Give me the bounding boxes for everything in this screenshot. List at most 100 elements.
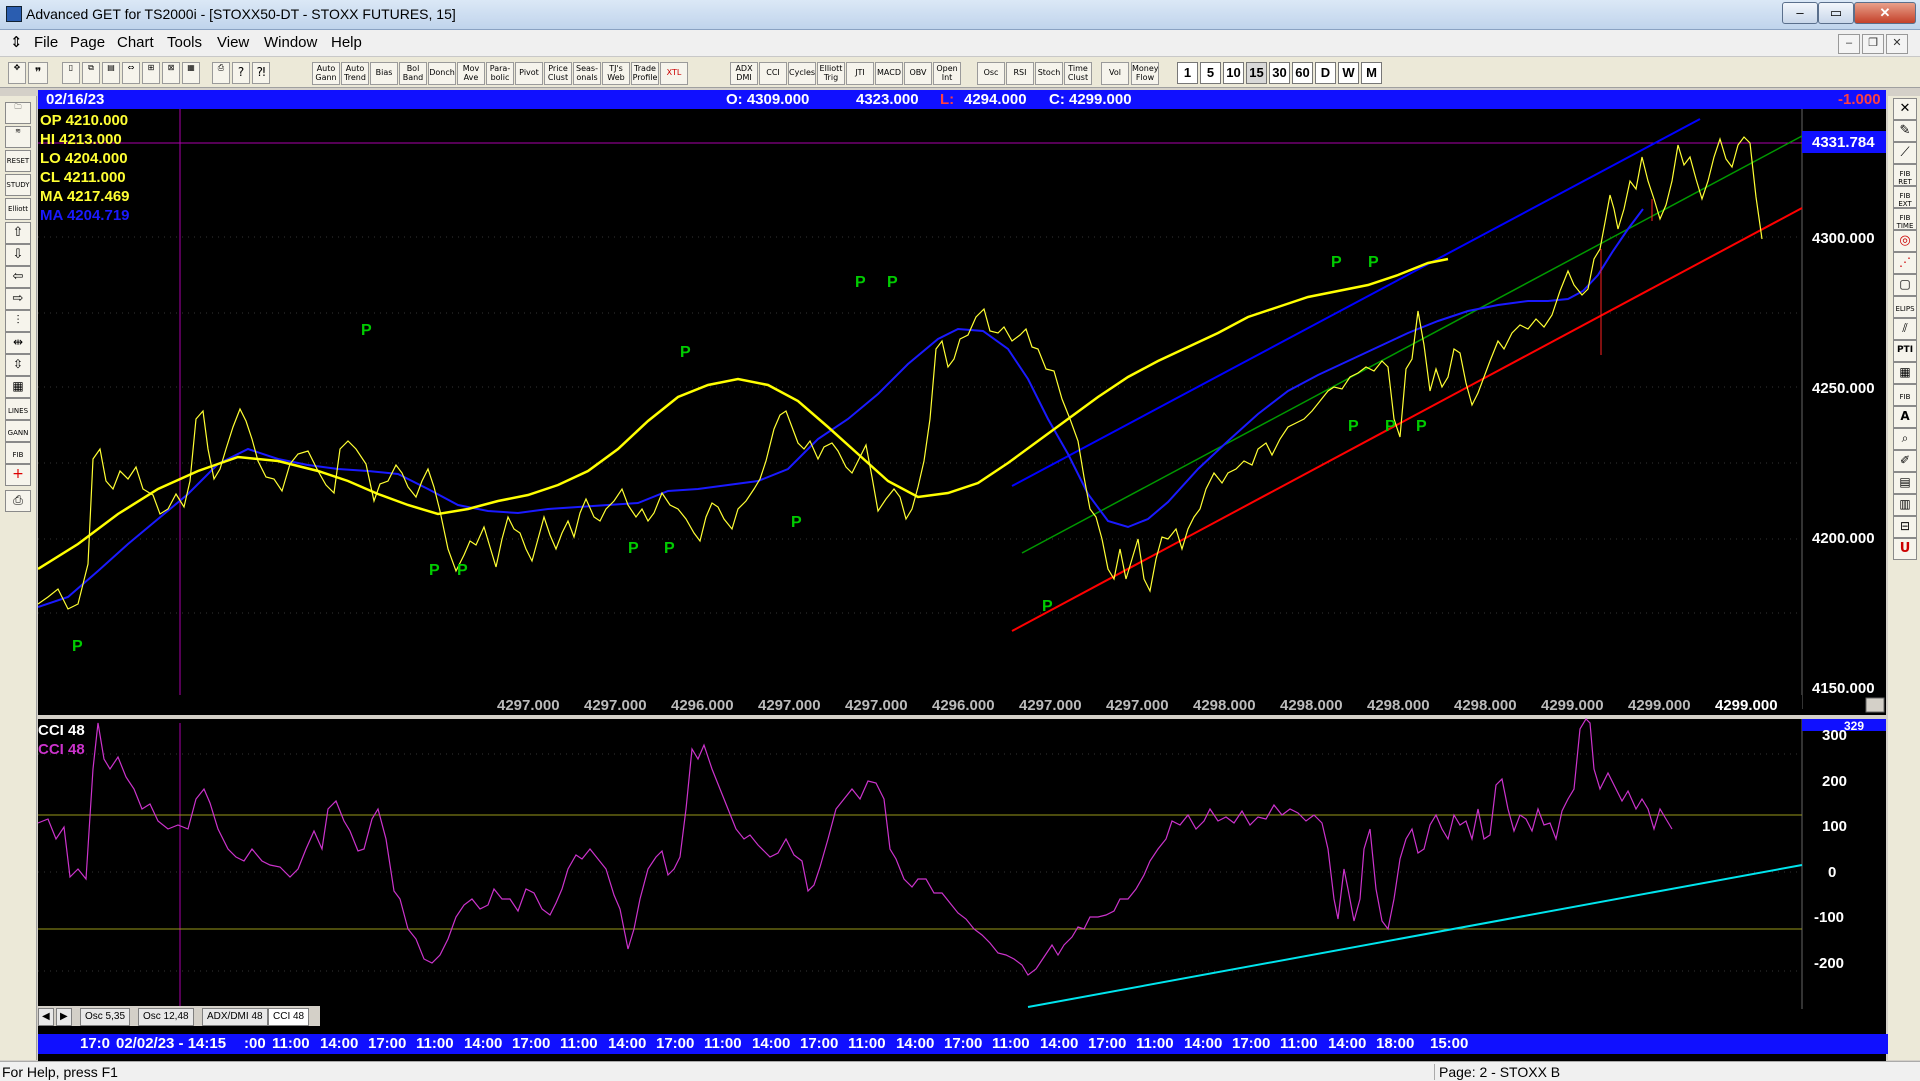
timeframe-30[interactable]: 30 (1269, 62, 1290, 84)
fib-ext-button[interactable]: FIB EXT (1893, 186, 1917, 208)
tool-money-flow[interactable]: Money Flow (1131, 62, 1159, 85)
compress-icon[interactable]: ⇹ (5, 332, 31, 354)
new-page-icon[interactable]: ▯ (62, 62, 80, 84)
panel-divider[interactable] (38, 715, 1886, 719)
pivot-marker[interactable]: P (1368, 254, 1379, 271)
tab-scroll-left[interactable]: ◀ (38, 1008, 54, 1026)
bars-icon[interactable]: ⫶ (5, 310, 31, 332)
box-icon[interactable]: ▢ (1893, 274, 1917, 296)
menu-help[interactable]: Help (331, 34, 362, 51)
timeframe-monthly[interactable]: M (1361, 62, 1382, 84)
arrow-up-icon[interactable]: ⇧ (5, 222, 31, 244)
tool-rsi[interactable]: RSI (1006, 62, 1034, 85)
study-button[interactable]: STUDY (5, 174, 31, 196)
tool-price-clust[interactable]: Price Clust (544, 62, 572, 85)
tool-parabolic[interactable]: Para- bolic (486, 62, 514, 85)
menu-chart[interactable]: Chart (117, 34, 154, 51)
tool-jti[interactable]: JTI (846, 62, 874, 85)
menu-view[interactable]: View (217, 34, 249, 51)
tool-donch[interactable]: Donch (428, 62, 456, 85)
tool-bias[interactable]: Bias (370, 62, 398, 85)
pivot-marker[interactable]: P (1348, 418, 1359, 435)
menu-tools[interactable]: Tools (167, 34, 202, 51)
copy-icon[interactable]: ⧉ (82, 62, 100, 84)
arrow-down-icon[interactable]: ⇩ (5, 244, 31, 266)
pivot-marker[interactable]: P (429, 562, 440, 579)
hand-tool-icon[interactable]: ✥ (8, 62, 26, 84)
tab-osc-12-48[interactable]: Osc 12,48 (138, 1008, 194, 1026)
tool-mov-ave[interactable]: Mov Ave (457, 62, 485, 85)
tab-cci-48[interactable]: CCI 48 (268, 1008, 310, 1026)
cci-trend-line[interactable] (1027, 864, 1803, 1008)
pencil-icon[interactable]: ✎ (1893, 120, 1917, 142)
pivot-marker[interactable]: P (1385, 418, 1396, 435)
mdi-minimize-button[interactable]: – (1838, 34, 1860, 54)
expand-icon[interactable]: ⇳ (5, 354, 31, 376)
gann-button[interactable]: GANN (5, 420, 31, 442)
quote-icon[interactable]: ❞ (28, 62, 48, 84)
crosshair-icon[interactable]: + (5, 464, 31, 486)
pivot-marker[interactable]: P (361, 322, 372, 339)
channel-middle-line[interactable] (1021, 135, 1803, 554)
context-help-icon[interactable]: ⁈ (252, 62, 270, 84)
print-chart-icon[interactable]: ⎙ (5, 490, 31, 512)
tool-osc[interactable]: Osc (977, 62, 1005, 85)
timeframe-60[interactable]: 60 (1292, 62, 1313, 84)
spiral-icon[interactable]: ◎ (1893, 230, 1917, 252)
app-menu-icon[interactable]: ⇕ (10, 33, 23, 51)
grid-icon[interactable]: ▦ (182, 62, 200, 84)
menu-file[interactable]: File (34, 34, 58, 51)
fib-time-button[interactable]: FIB TIME (1893, 208, 1917, 230)
layers-icon[interactable]: ▤ (1893, 472, 1917, 494)
tool-stoch[interactable]: Stoch (1035, 62, 1063, 85)
channel-icon[interactable]: ⫽ (1893, 318, 1917, 340)
text-tool-button[interactable]: A (1893, 406, 1917, 428)
pivot-marker[interactable]: P (664, 540, 675, 557)
tab-osc-5-35[interactable]: Osc 5,35 (80, 1008, 131, 1026)
table-icon[interactable]: ▦ (5, 376, 31, 398)
close-button[interactable]: ✕ (1854, 2, 1916, 24)
timeframe-5[interactable]: 5 (1200, 62, 1221, 84)
tool-cci[interactable]: CCI (759, 62, 787, 85)
timeframe-weekly[interactable]: W (1338, 62, 1359, 84)
fan-icon[interactable]: ⋰ (1893, 252, 1917, 274)
line-tool-icon[interactable]: ⟋ (1893, 142, 1917, 164)
mdi-restore-button[interactable]: ❐ (1862, 34, 1884, 54)
zoom-icon[interactable]: ⌕ (1893, 428, 1917, 450)
fib-ret-button[interactable]: FIB RET (1893, 164, 1917, 186)
menu-window[interactable]: Window (264, 34, 317, 51)
reset-button[interactable]: RESET (5, 150, 31, 172)
elliott-button[interactable]: Elliott (5, 198, 31, 220)
pivot-marker[interactable]: P (72, 638, 83, 655)
tool-elliott-trig[interactable]: Elliott Trig (817, 62, 845, 85)
info-icon[interactable]: ? (232, 62, 250, 84)
tool-pivot[interactable]: Pivot (515, 62, 543, 85)
pivot-marker[interactable]: P (457, 562, 468, 579)
fib-grid-button[interactable]: FIB (1893, 384, 1917, 406)
timeframe-1[interactable]: 1 (1177, 62, 1198, 84)
timeframe-15[interactable]: 15 (1246, 62, 1267, 84)
pivot-marker[interactable]: P (680, 344, 691, 361)
fib-button[interactable]: FIB (5, 442, 31, 464)
tool-obv[interactable]: OBV (904, 62, 932, 85)
lines-button[interactable]: LINES (5, 398, 31, 420)
template-icon[interactable]: ▥ (1893, 494, 1917, 516)
delete-icon[interactable]: ⊠ (162, 62, 180, 84)
pivot-marker[interactable]: P (887, 274, 898, 291)
elips-button[interactable]: ELIPS (1893, 296, 1917, 318)
tool-cycles[interactable]: Cycles (788, 62, 816, 85)
properties-icon[interactable]: ⊟ (1893, 516, 1917, 538)
grid-tool-icon[interactable]: ▦ (1893, 362, 1917, 384)
minimize-button[interactable]: – (1782, 2, 1818, 24)
pivot-marker[interactable]: P (1416, 418, 1427, 435)
pivot-marker[interactable]: P (628, 540, 639, 557)
tool-auto-trend[interactable]: Auto Trend (341, 62, 369, 85)
tool-tjs-web[interactable]: TJ's Web (602, 62, 630, 85)
cross-tool-icon[interactable]: ✕ (1893, 98, 1917, 120)
tool-xtl[interactable]: XTL (660, 62, 688, 85)
tool-time-clust[interactable]: Time Clust (1064, 62, 1092, 85)
chart-canvas[interactable]: P P P P P P P P P P P P P P P P OP 4210.… (37, 109, 1886, 1063)
pivot-marker[interactable]: P (791, 514, 802, 531)
tool-vol[interactable]: Vol (1101, 62, 1129, 85)
undo-button[interactable]: U (1893, 538, 1917, 560)
